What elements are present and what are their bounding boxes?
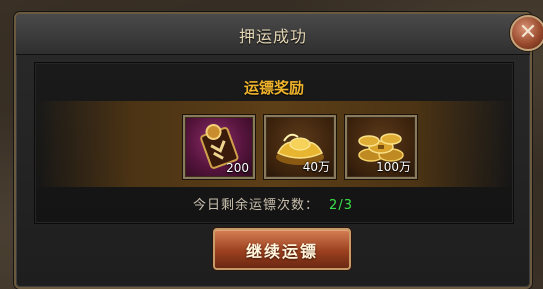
- remaining-count: 2/3: [329, 198, 353, 213]
- remaining-label: 今日剩余运镖次数：: [193, 198, 320, 213]
- reward-quantity: 40万: [302, 160, 330, 174]
- remaining-escorts: 今日剩余运镖次数： 2/3: [16, 194, 530, 213]
- reward-slot-gold-coins[interactable]: 100万: [345, 115, 417, 179]
- reward-quantity: 100万: [376, 160, 411, 174]
- continue-escort-button[interactable]: 继续运镖: [213, 228, 351, 270]
- reward-slot-gold-ingot[interactable]: 40万: [264, 115, 336, 179]
- reward-slot-token[interactable]: 200: [183, 115, 255, 179]
- close-icon: ✕: [518, 20, 538, 45]
- continue-escort-label: 继续运镖: [245, 242, 318, 261]
- dialog-title: 押运成功: [238, 27, 307, 46]
- dialog-title-bar: 押运成功: [16, 14, 530, 55]
- reward-section-title: 运镖奖励: [243, 79, 304, 97]
- close-button[interactable]: ✕: [510, 15, 543, 51]
- escort-success-dialog: 押运成功 ✕ 运镖奖励 200 40万 100万 今日剩余运镖次数： 2/3 继…: [14, 12, 543, 289]
- reward-quantity: 200: [226, 161, 249, 175]
